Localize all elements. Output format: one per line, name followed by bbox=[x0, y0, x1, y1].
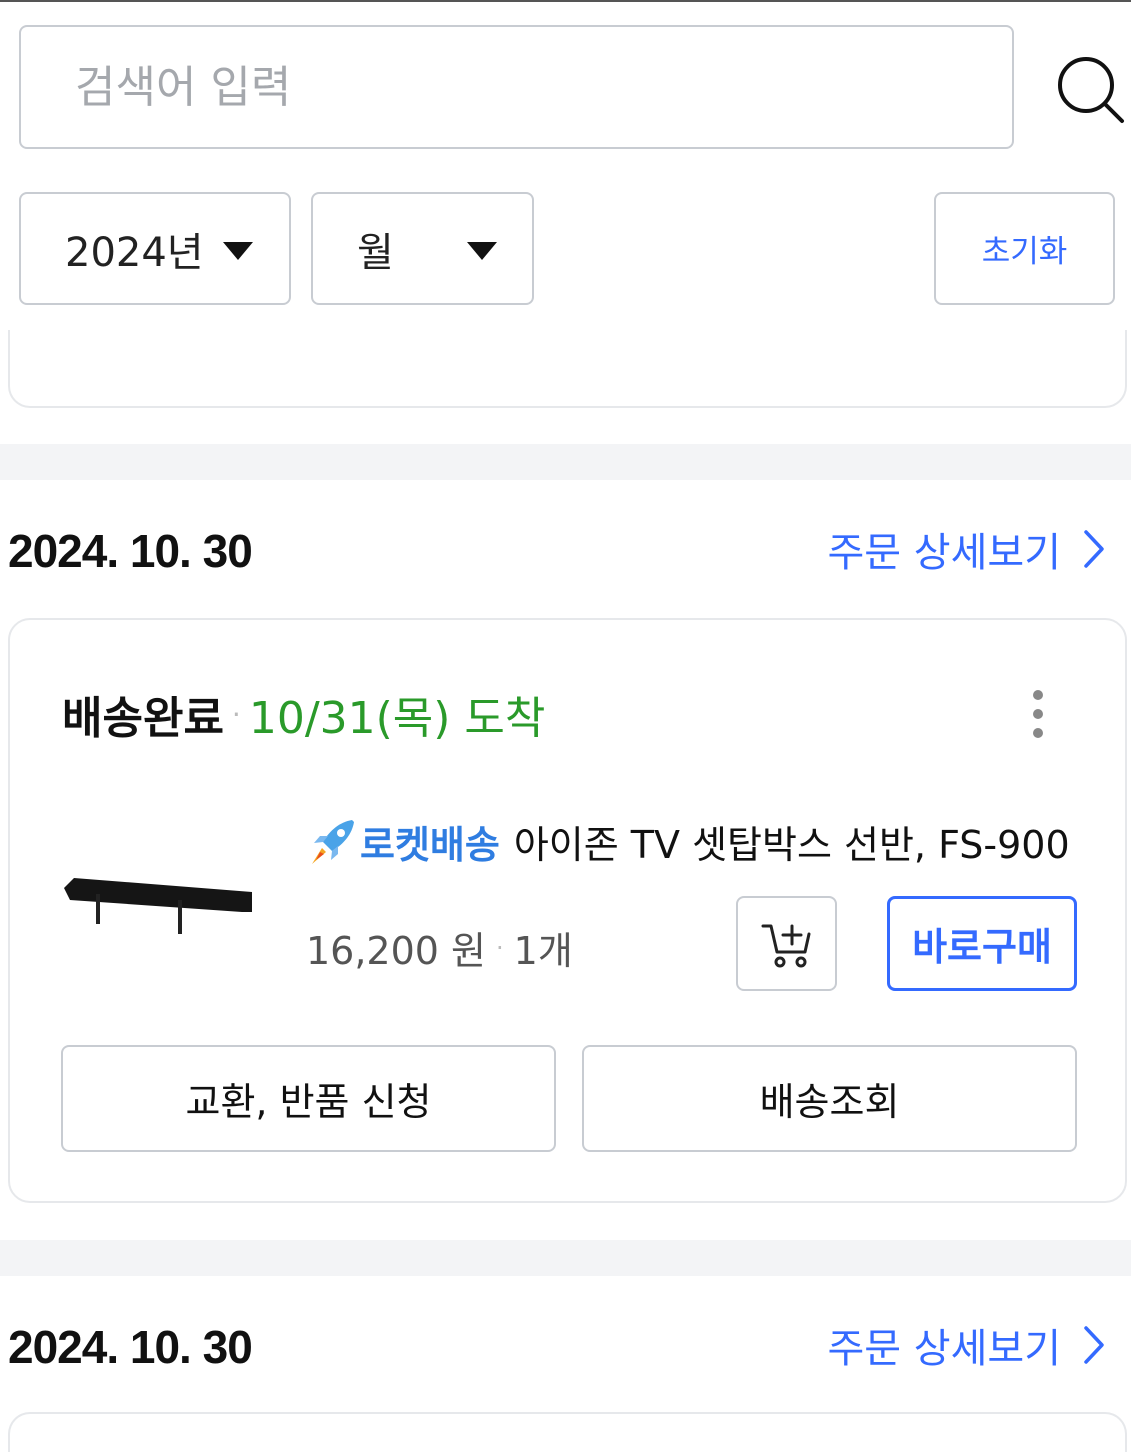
chevron-right-icon bbox=[1084, 1326, 1104, 1364]
previous-order-card bbox=[8, 330, 1127, 408]
month-select-value: 월 bbox=[357, 229, 394, 276]
add-to-cart-button[interactable] bbox=[736, 896, 837, 991]
return-request-label: 교환, 반품 신청 bbox=[185, 1080, 432, 1124]
chevron-right-icon bbox=[1084, 530, 1104, 568]
caret-down-icon bbox=[467, 242, 497, 260]
track-delivery-label: 배송조회 bbox=[759, 1080, 900, 1124]
buy-now-label: 바로구매 bbox=[912, 925, 1052, 969]
top-divider bbox=[0, 0, 1131, 2]
product-name: 아이존 TV 셋탑박스 선반, FS-900 bbox=[513, 823, 1070, 867]
search-field[interactable] bbox=[19, 25, 1014, 149]
order-detail-label: 주문 상세보기 bbox=[827, 530, 1061, 576]
section-divider bbox=[0, 444, 1131, 480]
order-detail-label: 주문 상세보기 bbox=[827, 1326, 1061, 1372]
caret-down-icon bbox=[223, 242, 253, 260]
order-detail-link[interactable]: 주문 상세보기 bbox=[827, 520, 1105, 578]
product-title-line[interactable]: 로켓배송 아이존 TV 셋탑박스 선반, FS-900 bbox=[306, 814, 1070, 869]
more-vertical-icon[interactable] bbox=[1031, 688, 1045, 740]
year-select-value: 2024년 bbox=[65, 229, 204, 276]
product-quantity: 1개 bbox=[513, 929, 573, 973]
return-request-button[interactable]: 교환, 반품 신청 bbox=[61, 1045, 556, 1152]
rocket-delivery-badge: 로켓배송 bbox=[360, 823, 500, 867]
product-price: 16,200 원 bbox=[306, 929, 487, 973]
delivery-status: 배송완료 · 10/31(목) 도착 bbox=[62, 682, 545, 746]
product-image[interactable] bbox=[62, 870, 258, 942]
buy-now-button[interactable]: 바로구매 bbox=[887, 896, 1077, 991]
separator-dot: · bbox=[231, 697, 241, 731]
search-input[interactable] bbox=[73, 60, 977, 114]
search-icon[interactable] bbox=[1056, 55, 1126, 125]
order-date: 2024. 10. 30 bbox=[8, 1321, 253, 1373]
arrival-date: 10/31(목) 도착 bbox=[248, 693, 546, 744]
add-to-cart-icon bbox=[761, 924, 810, 967]
order-detail-link[interactable]: 주문 상세보기 bbox=[827, 1316, 1105, 1374]
month-select[interactable]: 월 bbox=[311, 192, 534, 305]
track-delivery-button[interactable]: 배송조회 bbox=[582, 1045, 1077, 1152]
order-card: 배송완료 · 10/31(목) 도착 로켓배송 아이존 TV 셋탑박스 선반, … bbox=[8, 618, 1127, 1203]
order-date: 2024. 10. 30 bbox=[8, 525, 253, 577]
price-line: 16,200 원 · 1개 bbox=[306, 920, 573, 975]
section-divider bbox=[0, 1240, 1131, 1276]
year-select[interactable]: 2024년 bbox=[19, 192, 291, 305]
reset-button[interactable]: 초기화 bbox=[934, 192, 1115, 305]
status-text: 배송완료 bbox=[62, 693, 224, 744]
reset-button-label: 초기화 bbox=[981, 234, 1068, 270]
next-order-card bbox=[8, 1412, 1127, 1452]
separator-dot: · bbox=[496, 933, 504, 962]
rocket-icon bbox=[312, 819, 354, 864]
